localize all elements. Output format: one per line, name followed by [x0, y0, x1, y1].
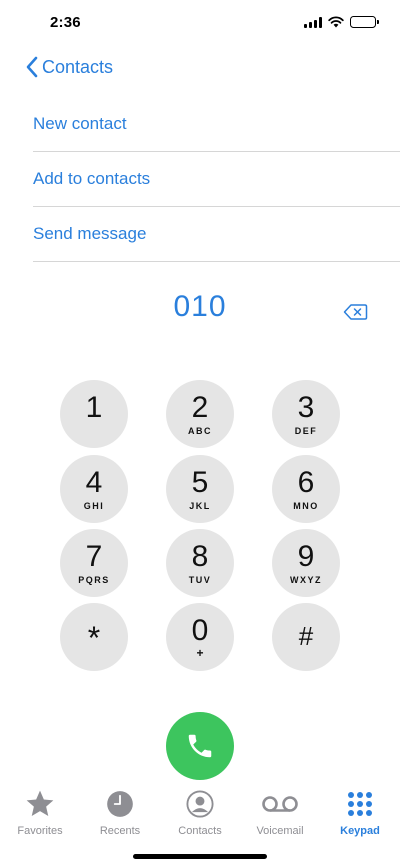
key-digit: 0: [191, 614, 209, 647]
home-indicator[interactable]: [133, 854, 267, 859]
key-1[interactable]: 1: [60, 380, 128, 448]
key-letters: TUV: [188, 575, 212, 585]
key-0[interactable]: 0 +: [166, 603, 234, 671]
key-hash[interactable]: #: [272, 603, 340, 671]
clock-icon: [107, 791, 133, 817]
key-letters: +: [196, 646, 204, 660]
back-to-contacts-button[interactable]: Contacts: [26, 54, 113, 80]
send-message-button[interactable]: Send message: [33, 207, 400, 262]
cellular-signal-icon: [304, 16, 322, 28]
key-6[interactable]: 6 MNO: [272, 455, 340, 523]
key-8[interactable]: 8 TUV: [166, 529, 234, 597]
voicemail-icon: [262, 796, 298, 812]
phone-icon: [188, 734, 212, 758]
key-letters: ABC: [188, 426, 212, 436]
new-contact-button[interactable]: New contact: [33, 97, 400, 152]
tab-label: Recents: [99, 825, 141, 837]
tab-contacts[interactable]: Contacts: [160, 788, 240, 844]
status-bar: 2:36: [0, 0, 400, 46]
key-5[interactable]: 5 JKL: [166, 455, 234, 523]
chevron-left-icon: [26, 56, 38, 78]
tab-recents[interactable]: Recents: [80, 788, 160, 844]
delete-backspace-icon[interactable]: [343, 303, 368, 321]
key-letters: GHI: [83, 501, 105, 511]
key-letters: JKL: [189, 501, 211, 511]
star-icon: [26, 790, 54, 816]
add-to-contacts-label: Add to contacts: [33, 169, 151, 188]
call-button[interactable]: [166, 712, 234, 780]
key-digit: 8: [191, 540, 209, 573]
key-letters: DEF: [294, 426, 318, 436]
key-digit: 5: [191, 466, 209, 499]
key-star[interactable]: *: [60, 603, 128, 671]
key-digit: 6: [297, 466, 315, 499]
key-letters: PQRS: [78, 575, 110, 585]
tab-favorites[interactable]: Favorites: [0, 788, 80, 844]
new-contact-label: New contact: [33, 114, 127, 133]
wifi-icon: [328, 16, 344, 28]
person-icon: [186, 790, 214, 818]
tab-label: Favorites: [17, 825, 63, 837]
key-digit: 4: [85, 466, 103, 499]
key-digit: 7: [85, 540, 103, 573]
key-4[interactable]: 4 GHI: [60, 455, 128, 523]
key-digit: 9: [297, 540, 315, 573]
tab-label: Keypad: [340, 825, 380, 837]
keypad-icon: [348, 792, 372, 816]
key-9[interactable]: 9 WXYZ: [272, 529, 340, 597]
key-2[interactable]: 2 ABC: [166, 380, 234, 448]
key-digit: *: [87, 620, 101, 656]
key-digit: 1: [85, 391, 103, 424]
key-digit: 3: [297, 391, 315, 424]
status-icons: [304, 16, 379, 28]
back-label: Contacts: [42, 56, 114, 77]
key-digit: 2: [191, 391, 209, 424]
number-action-list: New contact Add to contacts Send message: [33, 97, 400, 262]
tab-bar: Favorites Recents Contacts Voicemail Key…: [0, 788, 400, 844]
battery-icon: [350, 16, 379, 28]
tab-label: Voicemail: [256, 825, 304, 837]
key-7[interactable]: 7 PQRS: [60, 529, 128, 597]
key-letters: MNO: [293, 501, 319, 511]
status-time: 2:36: [50, 14, 81, 31]
tab-voicemail[interactable]: Voicemail: [240, 788, 320, 844]
key-letters: WXYZ: [290, 575, 322, 585]
dialed-number-display: 010: [173, 290, 227, 323]
key-digit: #: [298, 621, 314, 651]
tab-label: Contacts: [178, 825, 222, 837]
send-message-label: Send message: [33, 224, 147, 243]
add-to-contacts-button[interactable]: Add to contacts: [33, 152, 400, 207]
key-3[interactable]: 3 DEF: [272, 380, 340, 448]
tab-keypad[interactable]: Keypad: [320, 788, 400, 844]
